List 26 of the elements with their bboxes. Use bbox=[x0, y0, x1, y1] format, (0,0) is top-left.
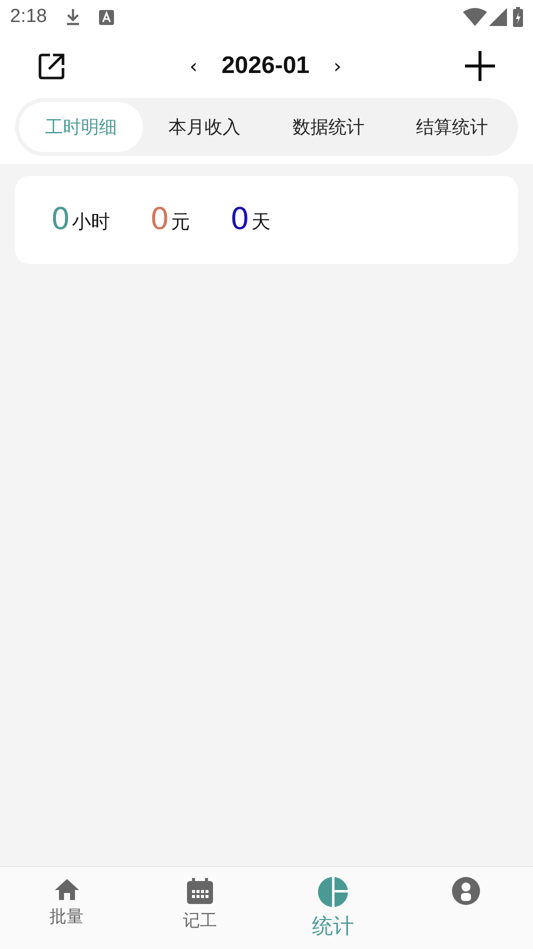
summary-unit: 元 bbox=[171, 211, 190, 235]
pie-chart-icon bbox=[318, 877, 348, 907]
summary-value: 0 bbox=[230, 205, 250, 235]
share-icon[interactable] bbox=[38, 52, 66, 80]
app-notification-icon bbox=[98, 10, 114, 24]
status-time: 2:18 bbox=[10, 4, 47, 29]
battery-icon bbox=[513, 7, 523, 27]
nav-item[interactable]: 批量 bbox=[0, 867, 134, 949]
month-label: 2026-01 bbox=[221, 51, 310, 81]
home-icon bbox=[54, 877, 80, 901]
previous-month-button[interactable]: ‹ bbox=[185, 51, 202, 81]
download-icon bbox=[64, 8, 81, 26]
summary-value: 0 bbox=[150, 205, 170, 235]
signal-icon bbox=[489, 8, 507, 26]
person-icon bbox=[452, 877, 480, 905]
tab[interactable]: 结算统计 bbox=[390, 102, 514, 152]
tab[interactable]: 数据统计 bbox=[266, 102, 390, 152]
summary-value: 0 bbox=[51, 205, 70, 235]
nav-item[interactable]: 记工 bbox=[133, 867, 266, 949]
summary-unit: 小时 bbox=[72, 211, 110, 235]
tab[interactable]: 本月收入 bbox=[142, 102, 266, 152]
add-icon[interactable] bbox=[465, 51, 495, 81]
calendar-icon bbox=[186, 877, 214, 905]
wifi-icon bbox=[463, 8, 487, 26]
next-month-button[interactable]: › bbox=[330, 51, 346, 81]
summary-unit: 天 bbox=[251, 211, 270, 235]
